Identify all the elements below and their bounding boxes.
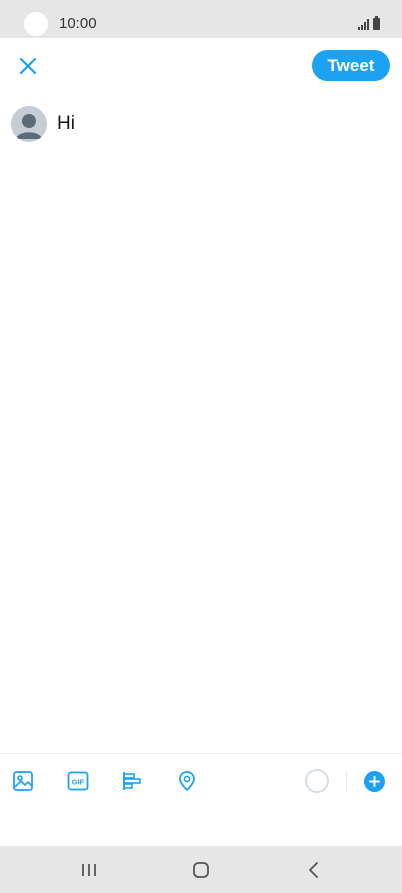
home-button[interactable] (189, 860, 213, 880)
poll-icon (123, 772, 141, 790)
add-image-button[interactable] (11, 769, 35, 793)
toolbar-divider (346, 770, 347, 792)
compose-header: Tweet (0, 38, 402, 94)
signal-icon (358, 18, 369, 30)
battery-icon (373, 16, 380, 30)
front-camera (24, 12, 48, 36)
home-icon (193, 862, 209, 878)
navigation-bar (0, 846, 402, 893)
add-tweet-button[interactable] (364, 771, 385, 792)
compose-tweet-screen: Tweet Hi (0, 38, 402, 846)
status-icons (358, 16, 380, 30)
recent-apps-button[interactable] (77, 860, 101, 880)
tweet-button[interactable]: Tweet (312, 50, 390, 81)
add-gif-button[interactable]: GIF (66, 769, 90, 793)
status-bar: 10:00 (0, 0, 402, 38)
close-button[interactable] (14, 52, 42, 80)
location-icon (179, 771, 195, 791)
back-icon (309, 862, 318, 878)
compose-area[interactable]: Hi (0, 106, 402, 146)
character-counter-ring (305, 769, 329, 793)
image-icon (13, 771, 33, 791)
add-poll-button[interactable] (121, 769, 145, 793)
back-button[interactable] (302, 860, 326, 880)
plus-icon (369, 776, 380, 787)
phone-screen: 10:00 Tweet Hi GIF (0, 0, 402, 893)
gif-icon-label: GIF (72, 778, 85, 787)
compose-toolbar: GIF (0, 753, 402, 808)
default-avatar-icon (11, 106, 47, 142)
gif-icon: GIF (67, 771, 89, 791)
add-location-button[interactable] (175, 769, 199, 793)
status-time: 10:00 (59, 15, 97, 32)
close-icon (19, 57, 37, 75)
recent-apps-icon (82, 864, 96, 876)
avatar (11, 106, 47, 142)
tweet-text-input[interactable]: Hi (57, 113, 75, 135)
